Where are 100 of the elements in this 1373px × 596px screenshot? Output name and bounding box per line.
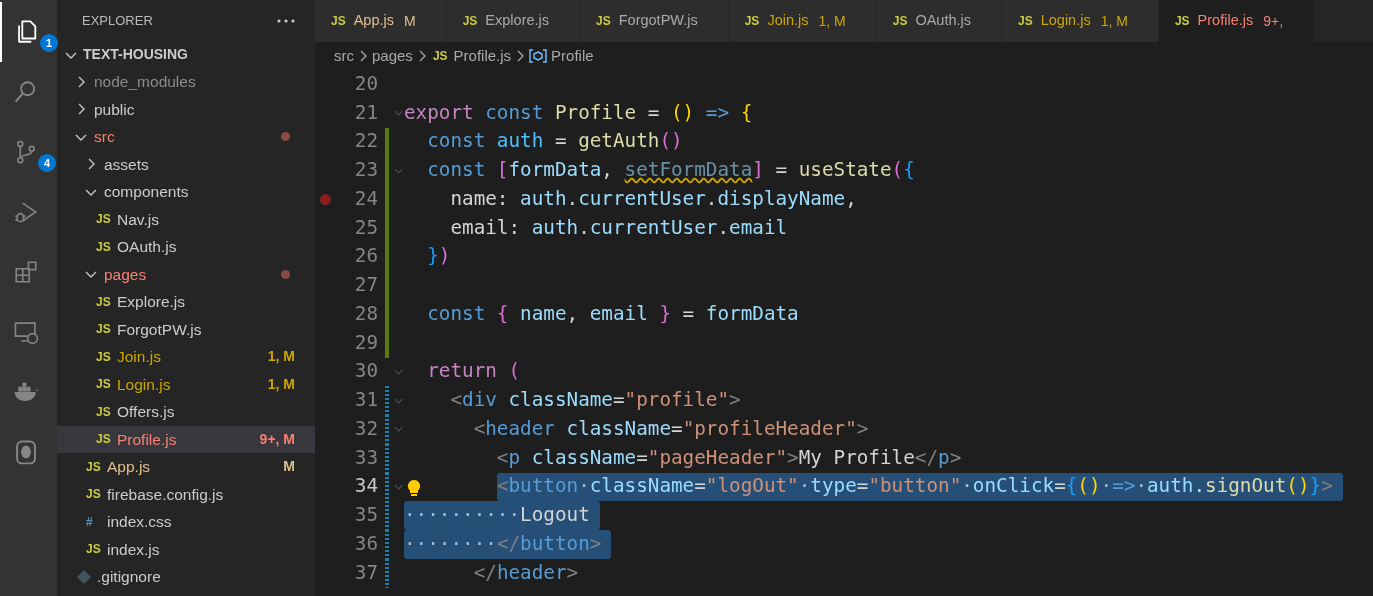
line-number: 36 (353, 530, 378, 557)
status-label: M (283, 457, 295, 477)
js-file-icon: JS (96, 402, 112, 421)
folder-label[interactable]: pages (104, 262, 276, 286)
line-number: 23 (353, 157, 378, 184)
code-line: <button·className="logOut"·type="button"·onClick={()·=>·auth.signOut()}> (496, 473, 1333, 500)
code-line: return ( (426, 358, 521, 385)
js-file-icon: JS (86, 485, 102, 504)
editor-tab[interactable]: JS Profile.js 9+, (1158, 0, 1315, 42)
folder-label[interactable]: node_modules (94, 70, 295, 94)
line-number: 24 (353, 185, 378, 212)
status-label: 9+, M (259, 429, 295, 449)
line-number: 31 (353, 387, 378, 414)
js-file-icon: JS (96, 237, 112, 256)
file-label[interactable]: Explore.js (117, 290, 295, 314)
selected-row[interactable]: JS Profile.js 9+, M (57, 425, 315, 453)
file-label[interactable]: index.js (107, 537, 295, 561)
editor-tab[interactable]: JS App.js M (315, 0, 447, 42)
file-label[interactable]: .gitignore (97, 565, 295, 589)
code-line: ········</button> (404, 530, 602, 557)
chevron-icon (358, 49, 368, 63)
status-label: 1, M (267, 347, 295, 367)
js-file-icon: JS (1174, 12, 1190, 30)
file-label[interactable]: firebase.config.js (107, 482, 295, 506)
line-number: 32 (353, 415, 378, 442)
editor-tab[interactable]: JS Login.js 1, M (1002, 0, 1159, 42)
css-file-icon: # (86, 512, 102, 531)
code-line: }) (426, 243, 451, 270)
file-label[interactable]: Login.js (117, 372, 263, 396)
breadcrumb-item[interactable]: pages (372, 44, 413, 68)
chevron-icon (515, 49, 526, 63)
code-line: name: auth.currentUser.displayName, (449, 185, 857, 212)
js-file-icon: JS (1018, 12, 1033, 30)
line-number: 22 (353, 128, 378, 155)
symbol-icon (529, 49, 548, 63)
code-line: export const Profile = () => { (404, 99, 753, 126)
breadcrumb-item[interactable]: Profile.js (453, 44, 512, 68)
code-line: const [formData, setFormData] = useState({ (426, 157, 915, 184)
folder-label[interactable]: public (94, 97, 295, 121)
line-number: 26 (353, 243, 378, 270)
file-label[interactable]: OAuth.js (117, 235, 295, 259)
code-line: const auth = getAuth() (426, 128, 683, 155)
line-number: 34 (353, 473, 378, 500)
js-file-icon: JS (432, 47, 448, 65)
js-file-icon: JS (96, 210, 112, 229)
code-line: <header className="profileHeader"> (472, 415, 869, 442)
count-badge: 1 (40, 34, 58, 52)
file-label[interactable]: index.css (107, 510, 295, 534)
js-file-icon: JS (596, 12, 611, 30)
code-line: <p className="pageHeader">My Profile</p> (495, 444, 962, 471)
folder-label[interactable]: assets (104, 152, 295, 176)
line-number: 35 (353, 502, 378, 529)
file-label[interactable]: Offers.js (117, 400, 295, 424)
line-number: 21 (353, 99, 378, 126)
breadcrumb-item[interactable]: Profile (551, 44, 594, 68)
breadcrumb-item[interactable]: src (334, 44, 354, 68)
folder-label[interactable]: TEXT-HOUSING (83, 44, 188, 65)
editor-tab[interactable]: JS Explore.js (446, 0, 581, 42)
js-file-icon: JS (96, 375, 112, 394)
code-line: const { name, email } = formData (426, 300, 799, 327)
code-line: ··········Logout (404, 502, 590, 529)
js-file-icon: JS (96, 430, 112, 449)
monitor-icon[interactable] (13, 319, 39, 345)
editor-tab[interactable]: JS ForgotPW.js (580, 0, 729, 42)
editor-tab[interactable]: JS Join.js 1, M (728, 0, 877, 42)
folder-label[interactable]: src (94, 125, 276, 149)
line-number: 30 (353, 358, 378, 385)
line-number: 20 (353, 70, 378, 97)
line-number: 29 (353, 329, 378, 356)
file-label[interactable]: Nav.js (117, 207, 295, 231)
diamond-icon (76, 568, 92, 585)
file-label[interactable]: App.js (107, 455, 279, 479)
line-number: 28 (353, 300, 378, 327)
panel-title: EXPLORER (82, 11, 153, 30)
line-number: 37 (353, 559, 378, 586)
code-line: </header> (472, 559, 579, 586)
lightbulb-icon[interactable] (407, 478, 421, 497)
more-icon[interactable] (277, 18, 295, 23)
js-file-icon: JS (96, 347, 112, 366)
editor-tab[interactable]: JS OAuth.js (876, 0, 1002, 42)
js-file-icon: JS (86, 457, 102, 476)
js-file-icon: JS (892, 12, 908, 30)
code-line: <div className="profile"> (449, 387, 741, 414)
js-file-icon: JS (744, 12, 760, 30)
js-file-icon: JS (96, 320, 112, 339)
js-file-icon: JS (96, 292, 112, 311)
file-label[interactable]: Profile.js (117, 427, 255, 451)
file-label[interactable]: ForgotPW.js (117, 317, 295, 341)
js-file-icon: JS (331, 12, 346, 30)
folder-label[interactable]: components (104, 180, 295, 204)
file-label[interactable]: Join.js (117, 345, 263, 369)
js-file-icon: JS (462, 12, 478, 30)
status-label: 1, M (267, 374, 295, 394)
js-file-icon: JS (86, 540, 102, 559)
line-number: 33 (353, 444, 378, 471)
extensions-icon[interactable] (13, 259, 39, 285)
line-number: 27 (353, 272, 378, 299)
database-icon[interactable] (13, 439, 39, 465)
count-badge: 4 (38, 154, 56, 172)
line-number: 25 (353, 214, 378, 241)
